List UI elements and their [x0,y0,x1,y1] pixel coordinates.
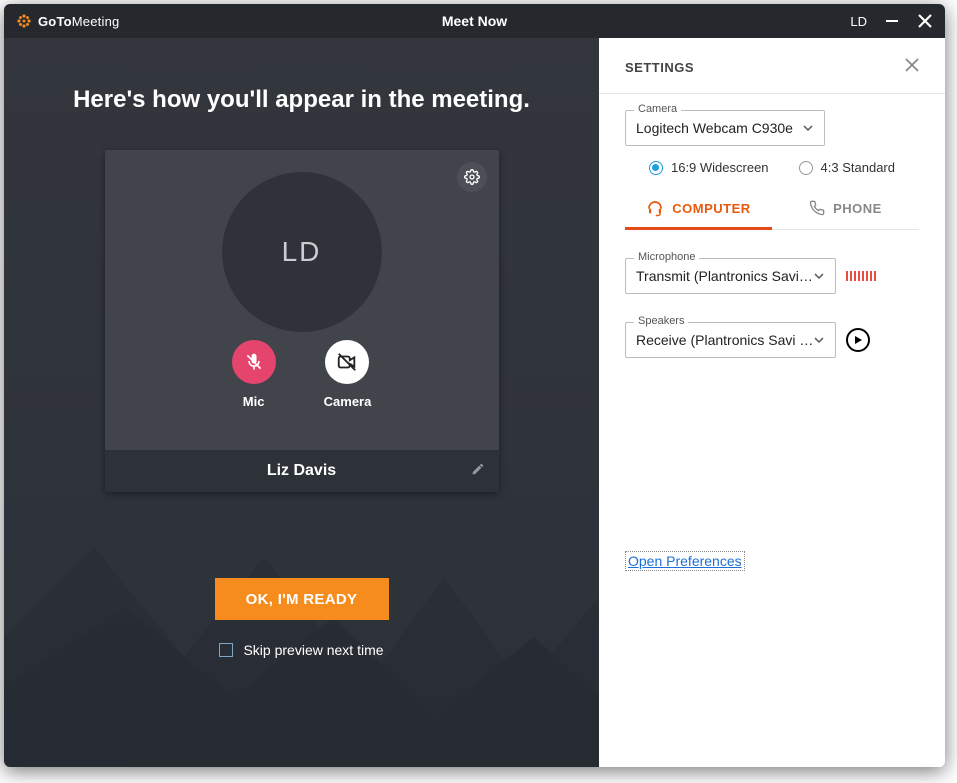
avatar: LD [222,172,382,332]
tab-computer[interactable]: COMPUTER [625,189,772,229]
tab-phone[interactable]: PHONE [772,189,919,229]
daisy-icon [16,13,32,29]
preview-panel: Here's how you'll appear in the meeting.… [4,38,599,767]
mic-muted-icon [244,352,264,372]
skip-preview-label: Skip preview next time [243,642,383,658]
camera-value: Logitech Webcam C930e [636,120,802,136]
app-window: GoToMeeting Meet Now LD Here's how you'l… [4,4,945,767]
chevron-down-icon [813,270,825,282]
display-name-bar: Liz Davis [105,450,499,492]
phone-icon [809,200,825,216]
settings-panel: SETTINGS Camera Logitech Webcam C930e 16… [599,38,945,767]
play-icon [853,335,863,345]
checkbox-icon[interactable] [219,643,233,657]
tab-phone-label: PHONE [833,201,882,216]
camera-toggle-button[interactable] [325,340,369,384]
close-button[interactable] [917,13,933,29]
avatar-initials: LD [282,236,322,268]
mountains-background [4,487,599,767]
microphone-value: Transmit (Plantronics Savi… [636,268,813,284]
camera-select[interactable]: Camera Logitech Webcam C930e [625,110,825,146]
user-initials-badge[interactable]: LD [850,14,867,29]
tab-computer-label: COMPUTER [672,201,750,216]
ok-ready-button[interactable]: OK, I'M READY [215,578,389,620]
brand: GoToMeeting [16,13,216,29]
camera-label: Camera [324,394,372,409]
edit-name-icon[interactable] [471,462,485,481]
video-preview-box: LD Mic [105,150,499,492]
brand-text: GoToMeeting [38,14,119,29]
open-preferences-text[interactable]: Open Preferences [625,551,745,571]
camera-legend: Camera [634,103,681,115]
mic-label: Mic [243,394,265,409]
minimize-button[interactable] [885,14,899,28]
gear-icon[interactable] [457,162,487,192]
settings-title: SETTINGS [625,60,694,75]
headset-icon [646,199,664,217]
speakers-select[interactable]: Speakers Receive (Plantronics Savi … [625,322,836,358]
microphone-select[interactable]: Microphone Transmit (Plantronics Savi… [625,258,836,294]
aspect-widescreen-radio[interactable]: 16:9 Widescreen [649,160,769,175]
aspect-standard-radio[interactable]: 4:3 Standard [799,160,895,175]
mic-toggle-button[interactable] [232,340,276,384]
test-speakers-button[interactable] [846,328,870,352]
open-preferences-link[interactable]: Open Preferences [625,553,745,571]
microphone-legend: Microphone [634,251,699,263]
window-title: Meet Now [216,13,733,29]
speakers-value: Receive (Plantronics Savi … [636,332,813,348]
skip-preview-checkbox[interactable]: Skip preview next time [219,642,383,658]
chevron-down-icon [813,334,825,346]
speakers-legend: Speakers [634,315,688,327]
preview-heading: Here's how you'll appear in the meeting. [73,86,530,114]
close-settings-icon[interactable] [905,58,919,77]
titlebar: GoToMeeting Meet Now LD [4,4,945,38]
aspect-standard-label: 4:3 Standard [821,160,895,175]
chevron-down-icon [802,122,814,134]
camera-off-icon [336,351,358,373]
aspect-widescreen-label: 16:9 Widescreen [671,160,769,175]
mic-level-meter [846,271,876,281]
display-name: Liz Davis [267,462,336,480]
